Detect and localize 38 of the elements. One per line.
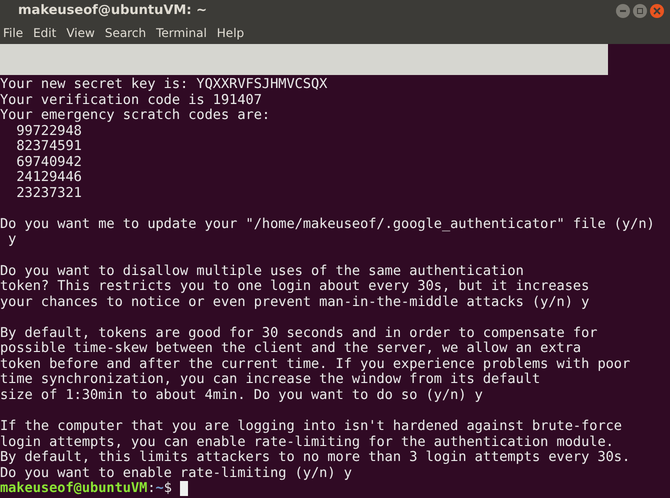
maximize-button[interactable] bbox=[633, 4, 647, 18]
terminal-line: 24129446 bbox=[15, 170, 83, 186]
prompt-symbol: $ bbox=[164, 481, 172, 497]
terminal-line: login attempts, you can enable rate-limiting for the authentication module. bbox=[0, 434, 615, 450]
menu-item[interactable]: Terminal bbox=[156, 24, 207, 42]
terminal-line: Do you want me to update your "/home/makeuseof/.google_authenticator" file (y/n) bbox=[0, 216, 656, 232]
terminal-line: 99722948 bbox=[15, 124, 83, 140]
terminal-line: 23237321 bbox=[15, 186, 83, 202]
terminal-line: 82374591 bbox=[15, 139, 83, 155]
menu-item[interactable]: Search bbox=[104, 24, 146, 42]
terminal-line: your chances to notice or even prevent man-in-the-middle attacks (y/n) y bbox=[0, 294, 590, 310]
menu-item[interactable]: View bbox=[66, 24, 95, 42]
cursor bbox=[180, 481, 188, 496]
terminal-line: time synchronization, you can increase the window from its default bbox=[0, 372, 542, 388]
close-button[interactable] bbox=[650, 4, 664, 18]
prompt-path: ~ bbox=[156, 481, 164, 497]
close-icon bbox=[653, 7, 661, 15]
terminal-line: 69740942 bbox=[15, 154, 83, 170]
terminal-line: y bbox=[7, 232, 18, 248]
terminal-line: Your new secret key is: YQXXRVFSJHMVCSQX bbox=[0, 77, 328, 93]
terminal-line: By default, tokens are good for 30 seconds and in order to compensate for bbox=[0, 326, 598, 342]
prompt-user: makeuseof@ubuntuVM bbox=[0, 481, 148, 497]
terminal-line: Your emergency scratch codes are: bbox=[0, 108, 272, 124]
terminal-line: size of 1:30min to about 4min. Do you want to do so (y/n) y bbox=[0, 388, 484, 404]
terminal-line: By default, this limits attackers to no more than 3 login attempts every 30s. bbox=[0, 450, 632, 466]
terminal-line: token? This restricts you to one login about every 30s, but it increases bbox=[0, 279, 590, 295]
terminal-line: possible time-skew between the client and the server, we allow an extra bbox=[0, 341, 582, 357]
prompt-separator: : bbox=[147, 481, 156, 497]
window-title: makeuseof@ubuntuVM: ~ bbox=[18, 2, 207, 20]
terminal-line: Do you want to disallow multiple uses of the same authentication bbox=[0, 264, 525, 280]
terminal-line: If the computer that you are logging into isn't hardened against brute-force bbox=[0, 419, 623, 435]
menu-item[interactable]: Edit bbox=[33, 24, 56, 42]
menu-item[interactable]: File bbox=[3, 24, 24, 42]
minimize-button[interactable] bbox=[616, 4, 630, 18]
terminal-line: Do you want to enable rate-limiting (y/n) y bbox=[0, 466, 353, 482]
menu-item[interactable]: Help bbox=[216, 24, 244, 42]
terminal-line: Your verification code is 191407 bbox=[0, 92, 263, 108]
terminal-line: token before and after the current time. If you experience problems with poor bbox=[0, 356, 632, 372]
